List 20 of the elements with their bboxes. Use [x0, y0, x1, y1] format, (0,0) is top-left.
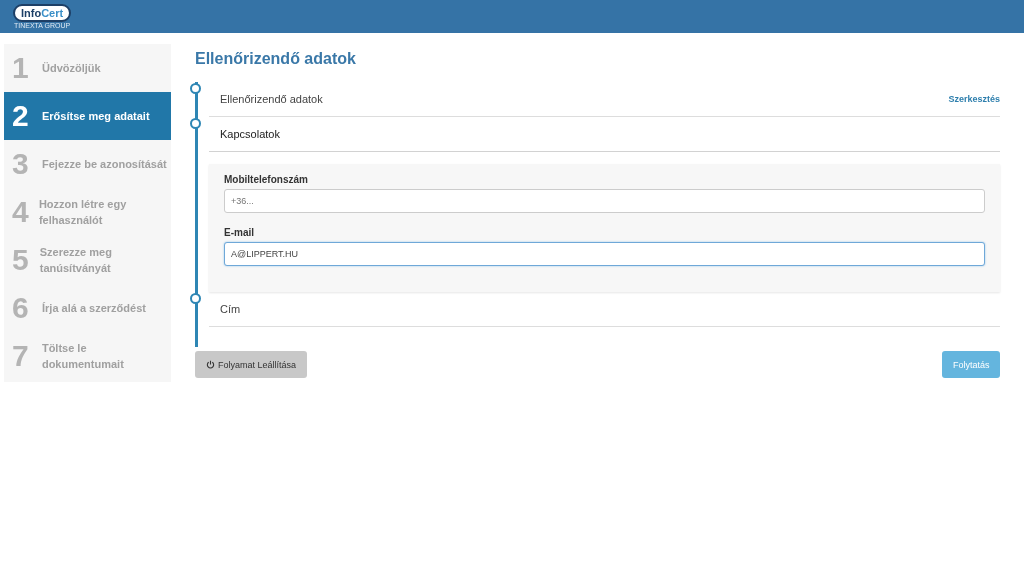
step-item[interactable]: 1 Üdvözöljük — [4, 44, 171, 92]
input-field[interactable]: +36... — [224, 189, 985, 213]
section-row[interactable]: Kapcsolatok — [209, 117, 1000, 152]
step-item[interactable]: 2 Erősítse meg adatait — [4, 92, 171, 140]
input-field[interactable]: A@LIPPERT.HU — [224, 242, 985, 266]
step-item[interactable]: 7 Töltse le dokumentumait — [4, 332, 171, 380]
timeline-node — [190, 293, 201, 304]
edit-link[interactable]: Szerkesztés — [948, 94, 1000, 104]
section-row[interactable]: Ellenőrizendő adatok Szerkesztés — [209, 82, 1000, 117]
section-row[interactable]: Cím — [209, 292, 1000, 327]
timeline-node — [190, 83, 201, 94]
stop-process-button[interactable]: Folyamat Leállítása — [195, 351, 308, 378]
step-item[interactable]: 5 Szerezze meg tanúsítványát — [4, 236, 171, 284]
step-item[interactable]: 3 Fejezze be azonosítását — [4, 140, 171, 188]
page-title: Ellenőrizendő adatok — [195, 50, 357, 68]
step-item[interactable]: 6 Írja alá a szerződést — [4, 284, 171, 332]
timeline-node — [190, 118, 201, 129]
field-label: E-mail — [224, 227, 255, 238]
power-icon — [206, 360, 215, 369]
field-label: Mobiltelefonszám — [224, 174, 309, 185]
